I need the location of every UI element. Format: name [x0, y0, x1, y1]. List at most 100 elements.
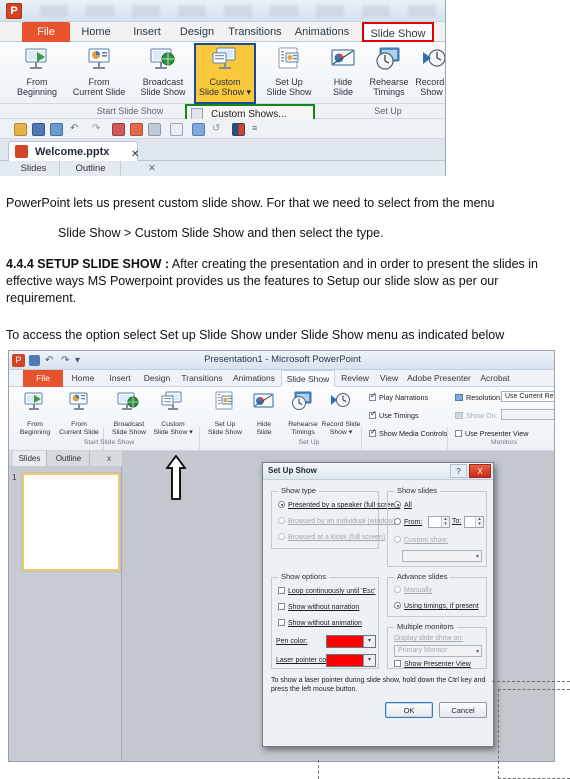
- checkbox-show-media-controls[interactable]: Show Media Controls: [369, 427, 447, 438]
- history-icon[interactable]: ↺: [212, 123, 223, 134]
- document-tab-bar: Welcome.pptx ✕: [0, 139, 446, 161]
- tab2-review[interactable]: Review: [337, 370, 373, 387]
- button-custom-slide-show[interactable]: Custom Slide Show ▾: [194, 43, 256, 104]
- checkbox-show-presenter-view[interactable]: Show Presenter View: [394, 660, 471, 668]
- chevron-down-icon[interactable]: ▾: [363, 655, 375, 666]
- button-custom-slide-show-label: Custom Slide Show ▾: [198, 77, 252, 97]
- group-show-type-legend: Show type: [278, 486, 320, 495]
- format-icon[interactable]: [170, 123, 183, 136]
- button-from-current-slide-label: From Current Slide: [72, 77, 126, 97]
- document-tab-welcome-pptx[interactable]: Welcome.pptx ✕: [8, 141, 139, 161]
- tab2-design[interactable]: Design: [139, 370, 175, 387]
- radio-icon: [394, 602, 401, 609]
- close-icon[interactable]: X: [469, 464, 491, 478]
- new-slide-icon[interactable]: [148, 123, 161, 136]
- pane-tab-outline[interactable]: Outline: [61, 161, 121, 176]
- radio-using-timings[interactable]: Using timings, if present: [394, 602, 479, 610]
- radio-from-to[interactable]: From:: [394, 518, 422, 526]
- checkbox-icon: [278, 619, 285, 626]
- save-icon[interactable]: [32, 123, 45, 136]
- slides-pane-tabs: Slides Outline x: [9, 451, 122, 466]
- tab2-file[interactable]: File: [23, 370, 63, 387]
- button-record-slide-show[interactable]: Record Sl Show ▾: [404, 45, 446, 103]
- ok-button[interactable]: OK: [385, 702, 433, 718]
- redo-icon[interactable]: ↷: [92, 123, 103, 134]
- group-advance-slides: Advance slides Manually Using timings, i…: [387, 572, 487, 617]
- pane-close-icon[interactable]: ✕: [122, 161, 182, 176]
- button2-broadcast-slide-show-label: Broadcast Slide Show: [111, 421, 146, 436]
- spinner-icon[interactable]: ▴ ▾: [475, 517, 483, 527]
- undo-icon[interactable]: ↶: [70, 123, 81, 134]
- present-icon[interactable]: [130, 123, 143, 136]
- checkbox-loop-continuously[interactable]: Loop continuously until 'Esc': [278, 587, 376, 595]
- button-set-up-slide-show[interactable]: Set Up Slide Show: [258, 45, 320, 103]
- record-slide-show-icon-2: [329, 391, 353, 414]
- tab-design[interactable]: Design: [172, 22, 222, 42]
- from-current-slide-icon-2: [67, 391, 91, 414]
- pane-tab-slides[interactable]: Slides: [8, 161, 60, 176]
- checkbox-show-without-narration[interactable]: Show without narration: [278, 603, 359, 611]
- save-as-icon[interactable]: [112, 123, 125, 136]
- blurred-title-text: [40, 5, 442, 17]
- help-icon[interactable]: ?: [450, 464, 467, 478]
- tab2-slide-show[interactable]: Slide Show: [281, 370, 335, 387]
- radio-browsed-by-individual[interactable]: Browsed by an individual (window): [278, 517, 395, 525]
- tab-animations[interactable]: Animations: [290, 22, 354, 42]
- to-slide-input[interactable]: ▴ ▾: [464, 516, 484, 528]
- pane2-close-icon[interactable]: x: [107, 451, 111, 466]
- set-up-slide-show-icon-2: [213, 391, 237, 414]
- tab2-animations[interactable]: Animations: [229, 370, 279, 387]
- custom-show-combo: ▾: [402, 550, 482, 562]
- radio-icon: [394, 586, 401, 593]
- cancel-button[interactable]: Cancel: [439, 702, 487, 718]
- color-icon[interactable]: [232, 123, 245, 136]
- spinner-icon[interactable]: ▴ ▾: [441, 517, 449, 527]
- checkbox-show-without-animation[interactable]: Show without animation: [278, 619, 362, 627]
- pen-color-picker[interactable]: ▾: [326, 635, 376, 648]
- pane2-tab-outline[interactable]: Outline: [48, 451, 90, 466]
- checkbox-show-without-animation-label: Show without animation: [288, 620, 362, 627]
- shot1-pane-tabs: Slides Outline ✕: [0, 161, 446, 176]
- radio-browsed-at-kiosk[interactable]: Browsed at a kiosk (full screen): [278, 533, 385, 541]
- chevron-down-icon: ▾: [475, 554, 479, 560]
- tab2-view[interactable]: View: [375, 370, 403, 387]
- checkbox-play-narrations[interactable]: Play Narrations: [369, 391, 428, 402]
- new-icon[interactable]: [14, 123, 27, 136]
- pane2-tab-slides[interactable]: Slides: [13, 451, 47, 466]
- button-from-current-slide[interactable]: From Current Slide: [68, 45, 130, 103]
- checkbox-icon: [369, 391, 377, 401]
- from-slide-value: [429, 525, 431, 532]
- pen-color-label: Pen color:: [276, 638, 308, 645]
- tab2-adobe-presenter[interactable]: Adobe Presenter: [405, 370, 473, 387]
- print-preview-icon[interactable]: [50, 123, 63, 136]
- slide-thumbnail-1[interactable]: [22, 473, 120, 571]
- chevron-down-icon[interactable]: ▾: [363, 636, 375, 647]
- checkbox-use-timings[interactable]: Use Timings: [369, 409, 419, 420]
- from-slide-input[interactable]: ▴ ▾: [428, 516, 450, 528]
- radio-presented-by-speaker[interactable]: Presented by a speaker (full screen): [278, 501, 400, 509]
- button-from-beginning[interactable]: From Beginning: [6, 45, 68, 103]
- customize-qat-icon[interactable]: ≡: [252, 123, 263, 134]
- radio-browsed-at-kiosk-label: Browsed at a kiosk (full screen): [288, 534, 386, 541]
- picture-icon[interactable]: [192, 123, 205, 136]
- monitor-icon-disabled: [455, 412, 463, 419]
- tab-home[interactable]: Home: [72, 22, 120, 42]
- laser-color-picker[interactable]: ▾: [326, 654, 376, 667]
- tab-insert[interactable]: Insert: [124, 22, 170, 42]
- tab2-acrobat[interactable]: Acrobat: [475, 370, 515, 387]
- broadcast-slide-show-icon: [149, 47, 177, 74]
- monitor-icon: [455, 394, 463, 401]
- tab-slide-show[interactable]: Slide Show: [362, 22, 434, 42]
- radio-manually[interactable]: Manually: [394, 586, 432, 594]
- radio-browsed-by-individual-label: Browsed by an individual (window): [288, 518, 396, 525]
- checkbox-icon: [394, 660, 401, 667]
- resolution-combo[interactable]: Use Current Resolution▾: [501, 391, 554, 402]
- tab2-transitions[interactable]: Transitions: [177, 370, 227, 387]
- button-broadcast-slide-show[interactable]: Broadcast Slide Show: [132, 45, 194, 103]
- tab-file[interactable]: File: [22, 22, 70, 42]
- tab2-home[interactable]: Home: [65, 370, 101, 387]
- tab2-insert[interactable]: Insert: [103, 370, 137, 387]
- tab-transitions[interactable]: Transitions: [224, 22, 286, 42]
- radio-all-slides[interactable]: All: [394, 501, 412, 509]
- radio-custom-show[interactable]: Custom show:: [394, 536, 448, 544]
